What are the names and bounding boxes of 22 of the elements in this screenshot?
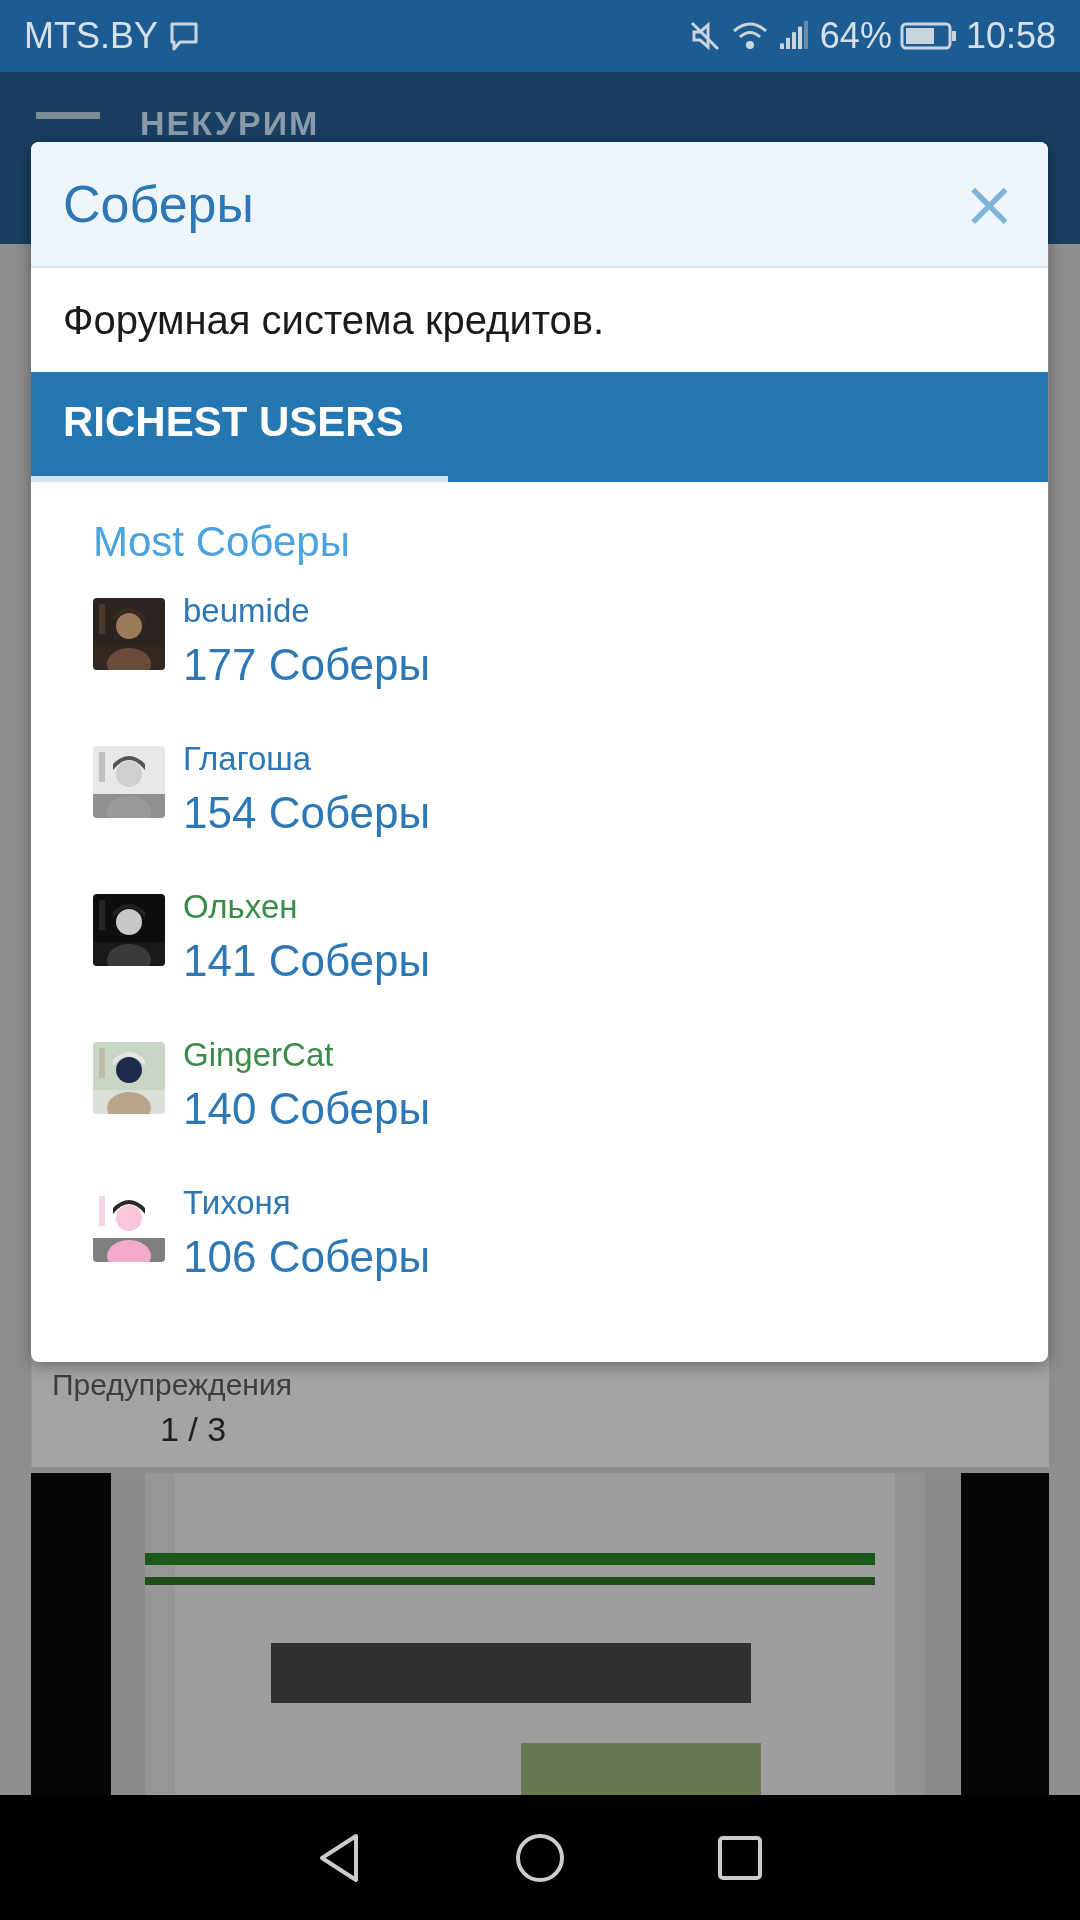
user-name-link[interactable]: GingerCat xyxy=(183,1036,334,1074)
section-title: Most Соберы xyxy=(93,518,350,566)
clock-time: 10:58 xyxy=(965,15,1056,57)
credit-amount: 177 Соберы xyxy=(183,640,431,690)
credit-amount: 141 Соберы xyxy=(183,936,431,986)
battery-icon xyxy=(899,21,958,51)
credit-amount: 106 Соберы xyxy=(183,1232,431,1282)
site-logo[interactable]: НЕКУРИМ xyxy=(140,104,320,143)
home-icon[interactable] xyxy=(514,1831,566,1884)
carrier-name: MTS.BY xyxy=(24,15,158,57)
user-name-link[interactable]: Ольхен xyxy=(183,888,298,926)
user-name-link[interactable]: beumide xyxy=(183,592,310,630)
recents-icon[interactable] xyxy=(716,1833,764,1882)
credit-amount: 154 Соберы xyxy=(183,788,431,838)
warnings-label: Предупреждения xyxy=(52,1368,292,1402)
dialog-title: Соберы xyxy=(63,174,254,234)
user-name-link[interactable]: Тихоня xyxy=(183,1184,291,1222)
dialog-description: Форумная система кредитов. xyxy=(62,296,606,344)
credit-amount: 140 Соберы xyxy=(183,1084,431,1134)
user-name-link[interactable]: Глагоша xyxy=(183,740,312,778)
warnings-count: 1 / 3 xyxy=(160,1410,227,1449)
battery-percent: 64% xyxy=(819,15,892,57)
